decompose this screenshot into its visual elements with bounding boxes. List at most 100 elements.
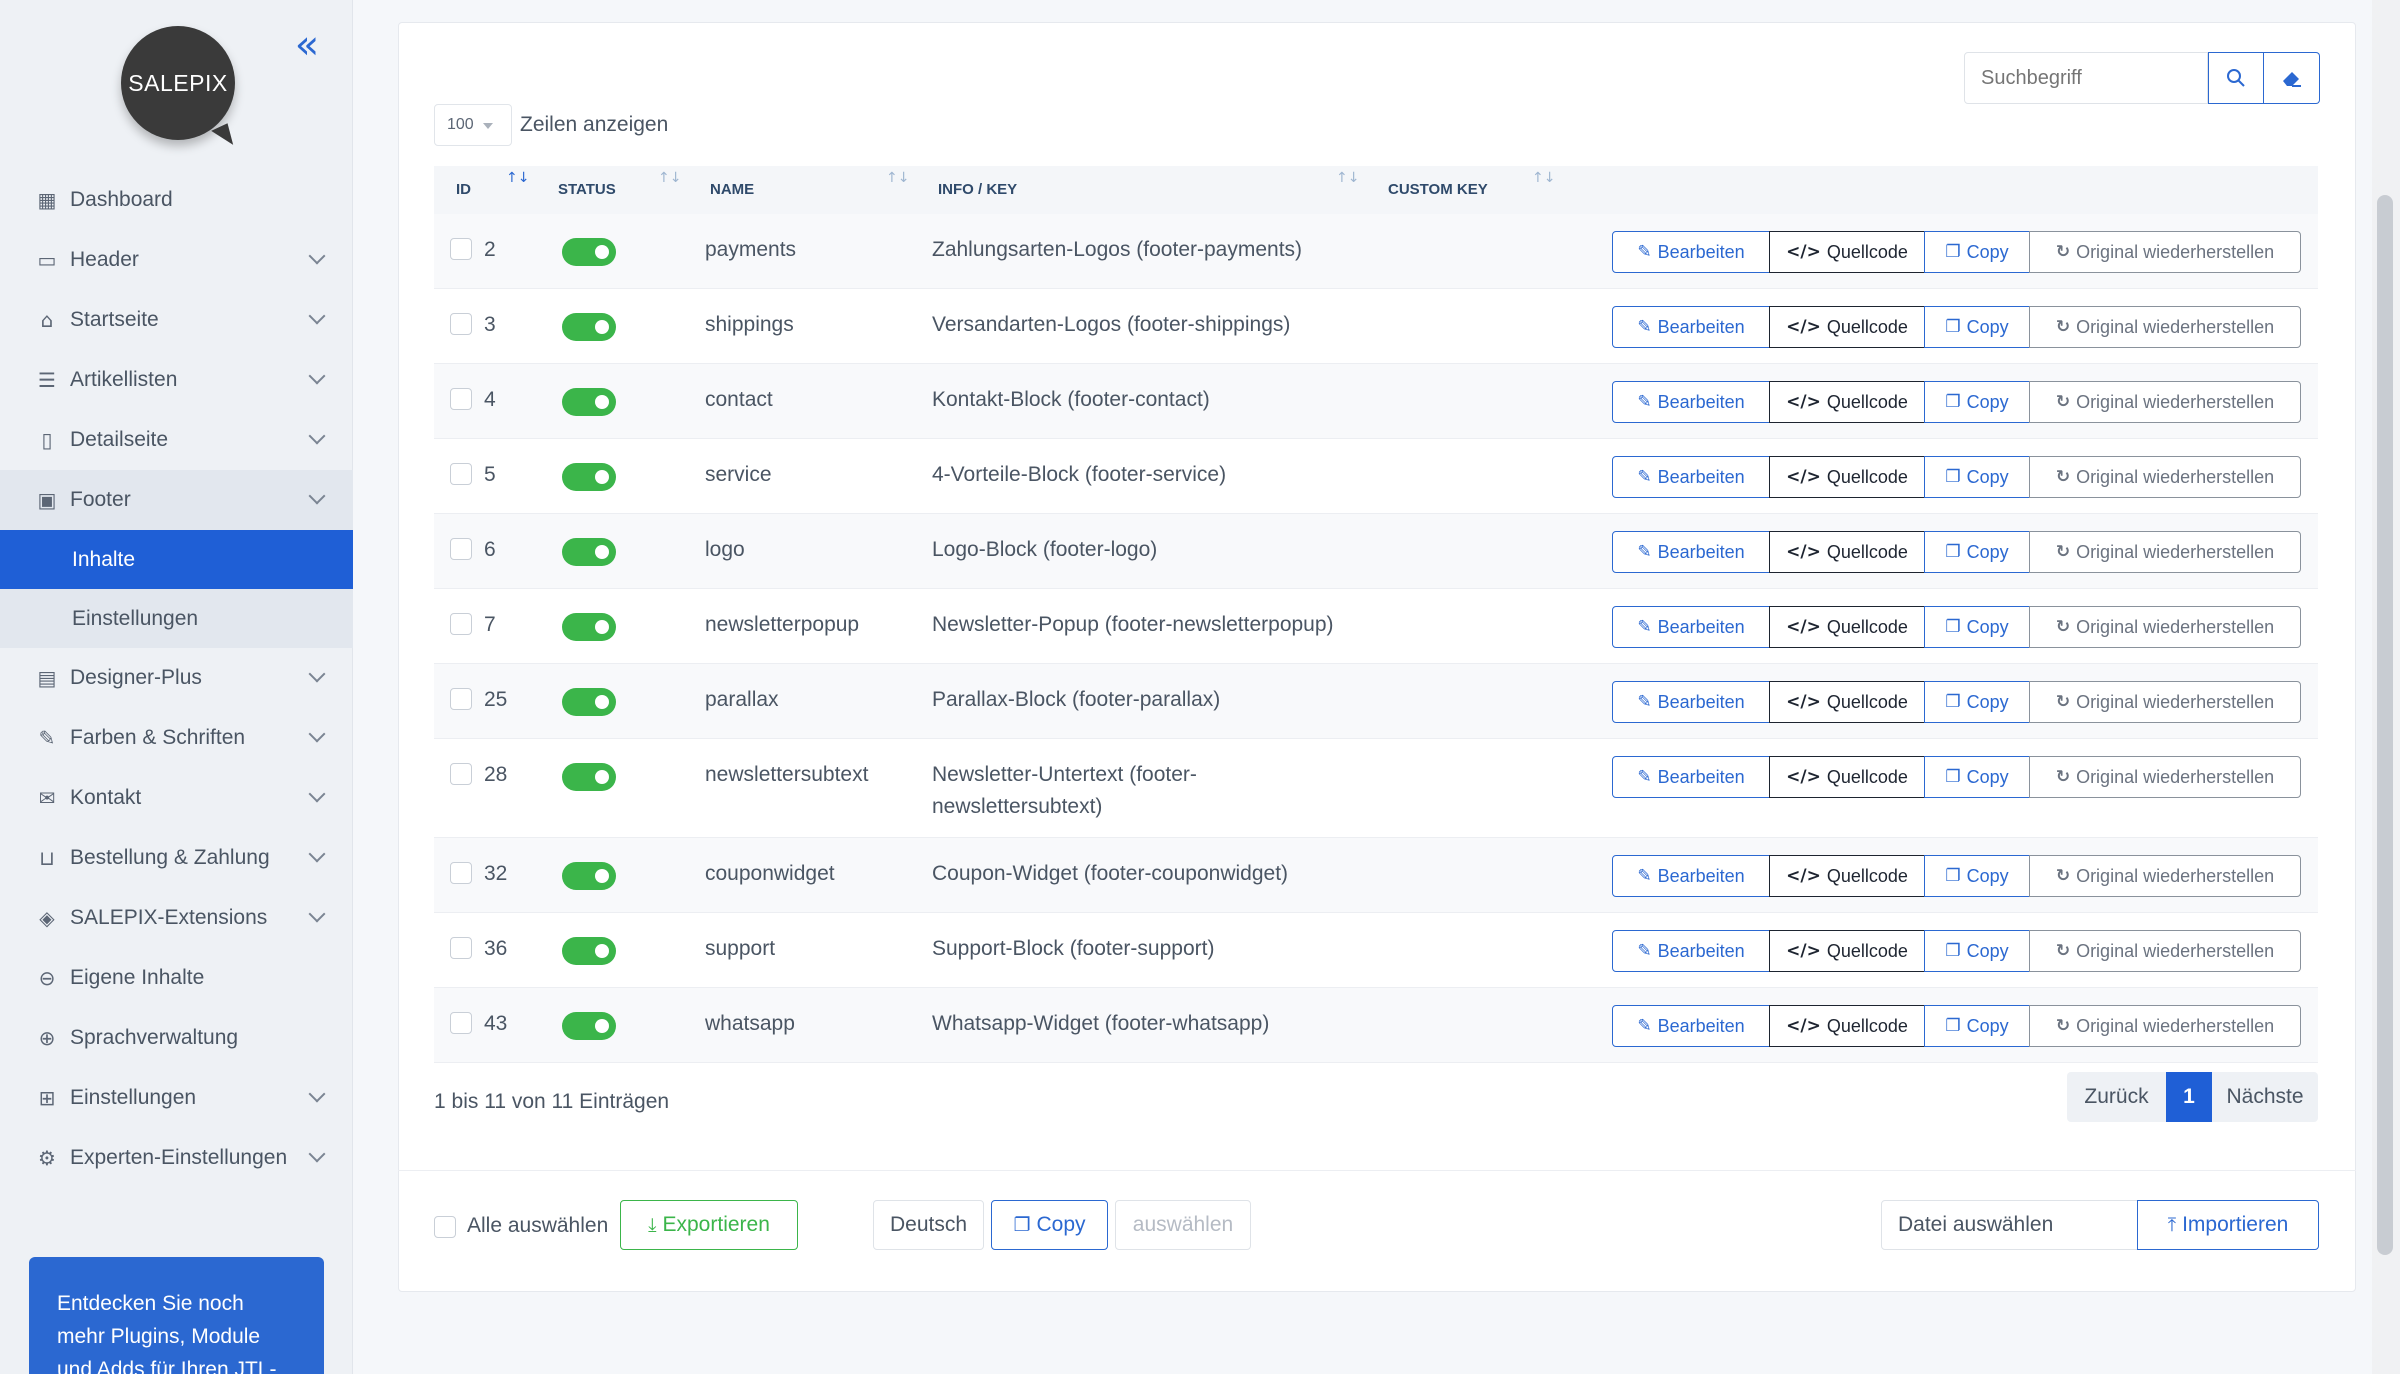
- copy-button[interactable]: ❐ Copy: [1924, 381, 2030, 423]
- copy-button[interactable]: ❐ Copy: [1924, 1005, 2030, 1047]
- edit-button[interactable]: ✎ Bearbeiten: [1612, 606, 1770, 648]
- edit-button[interactable]: ✎ Bearbeiten: [1612, 531, 1770, 573]
- sidebar-item-kontakt[interactable]: ✉ Kontakt: [0, 768, 353, 828]
- page-scrollbar-thumb[interactable]: [2377, 195, 2393, 1255]
- select-all-label[interactable]: Alle auswählen: [467, 1214, 608, 1238]
- double-chevron-left-icon[interactable]: «: [290, 25, 324, 65]
- edit-button[interactable]: ✎ Bearbeiten: [1612, 231, 1770, 273]
- sort-icon[interactable]: ↑↓: [1336, 170, 1359, 186]
- source-code-button[interactable]: </> Quellcode: [1769, 381, 1925, 423]
- sidebar-item-designer-plus[interactable]: ▤ Designer-Plus: [0, 648, 353, 708]
- clear-search-button[interactable]: [2264, 52, 2320, 104]
- copy-button[interactable]: ❐ Copy: [1924, 756, 2030, 798]
- source-code-button[interactable]: </> Quellcode: [1769, 756, 1925, 798]
- copy-button[interactable]: ❐ Copy: [1924, 855, 2030, 897]
- sidebar-item-salepix-extensions[interactable]: ◈ SALEPIX-Extensions: [0, 888, 353, 948]
- source-code-button[interactable]: </> Quellcode: [1769, 306, 1925, 348]
- sidebar-item-farben-schriften[interactable]: ✎ Farben & Schriften: [0, 708, 353, 768]
- edit-button[interactable]: ✎ Bearbeiten: [1612, 855, 1770, 897]
- col-header-id[interactable]: ID: [456, 181, 471, 198]
- col-header-name[interactable]: NAME: [710, 181, 754, 198]
- copy-button[interactable]: ❐ Copy: [1924, 606, 2030, 648]
- status-toggle[interactable]: [562, 862, 616, 890]
- status-toggle[interactable]: [562, 313, 616, 341]
- sidebar-item-detailseite[interactable]: ▯ Detailseite: [0, 410, 353, 470]
- next-page-button[interactable]: Nächste: [2212, 1072, 2318, 1122]
- sort-icon[interactable]: ↑↓: [658, 170, 681, 186]
- sort-icon[interactable]: ↑↓: [1532, 170, 1555, 186]
- promo-banner[interactable]: Entdecken Sie noch mehr Plugins, Module …: [29, 1257, 324, 1374]
- restore-original-button[interactable]: ↻ Original wiederherstellen: [2029, 456, 2301, 498]
- status-toggle[interactable]: [562, 763, 616, 791]
- status-toggle[interactable]: [562, 688, 616, 716]
- status-toggle[interactable]: [562, 538, 616, 566]
- restore-original-button[interactable]: ↻ Original wiederherstellen: [2029, 756, 2301, 798]
- row-checkbox[interactable]: [450, 463, 472, 485]
- sort-icon[interactable]: ↑↓: [886, 170, 909, 186]
- edit-button[interactable]: ✎ Bearbeiten: [1612, 306, 1770, 348]
- restore-original-button[interactable]: ↻ Original wiederherstellen: [2029, 930, 2301, 972]
- search-input[interactable]: [1964, 52, 2208, 104]
- choose-target-select[interactable]: auswählen: [1115, 1200, 1251, 1250]
- sidebar-item-bestellung-zahlung[interactable]: ⊔ Bestellung & Zahlung: [0, 828, 353, 888]
- source-code-button[interactable]: </> Quellcode: [1769, 531, 1925, 573]
- sidebar-item-startseite[interactable]: ⌂ Startseite: [0, 290, 353, 350]
- row-checkbox[interactable]: [450, 313, 472, 335]
- col-header-custom-key[interactable]: CUSTOM KEY: [1388, 181, 1488, 198]
- sidebar-item-eigene-inhalte[interactable]: ⊖ Eigene Inhalte: [0, 948, 353, 1008]
- select-all-checkbox[interactable]: [434, 1216, 456, 1238]
- row-checkbox[interactable]: [450, 688, 472, 710]
- sidebar-item-sprachverwaltung[interactable]: ⊕ Sprachverwaltung: [0, 1008, 353, 1068]
- sidebar-item-experten-einstellungen[interactable]: ⚙ Experten-Einstellungen: [0, 1128, 353, 1188]
- copy-button[interactable]: ❐ Copy: [1924, 306, 2030, 348]
- current-page-button[interactable]: 1: [2166, 1072, 2212, 1122]
- sidebar-item-einstellungen[interactable]: ⊞ Einstellungen: [0, 1068, 353, 1128]
- edit-button[interactable]: ✎ Bearbeiten: [1612, 930, 1770, 972]
- restore-original-button[interactable]: ↻ Original wiederherstellen: [2029, 381, 2301, 423]
- status-toggle[interactable]: [562, 937, 616, 965]
- row-checkbox[interactable]: [450, 937, 472, 959]
- sidebar-item-dashboard[interactable]: ▦ Dashboard: [0, 170, 353, 230]
- restore-original-button[interactable]: ↻ Original wiederherstellen: [2029, 306, 2301, 348]
- language-select[interactable]: Deutsch: [873, 1200, 984, 1250]
- restore-original-button[interactable]: ↻ Original wiederherstellen: [2029, 855, 2301, 897]
- restore-original-button[interactable]: ↻ Original wiederherstellen: [2029, 1005, 2301, 1047]
- edit-button[interactable]: ✎ Bearbeiten: [1612, 381, 1770, 423]
- row-checkbox[interactable]: [450, 862, 472, 884]
- sidebar-item-header[interactable]: ▭ Header: [0, 230, 353, 290]
- sidebar-item-footer[interactable]: ▣ Footer: [0, 470, 353, 530]
- edit-button[interactable]: ✎ Bearbeiten: [1612, 456, 1770, 498]
- rows-per-page-select[interactable]: 100: [434, 104, 512, 146]
- status-toggle[interactable]: [562, 388, 616, 416]
- copy-button[interactable]: ❐ Copy: [1924, 930, 2030, 972]
- status-toggle[interactable]: [562, 1012, 616, 1040]
- row-checkbox[interactable]: [450, 1012, 472, 1034]
- restore-original-button[interactable]: ↻ Original wiederherstellen: [2029, 231, 2301, 273]
- copy-button[interactable]: ❐ Copy: [1924, 231, 2030, 273]
- prev-page-button[interactable]: Zurück: [2067, 1072, 2166, 1122]
- row-checkbox[interactable]: [450, 763, 472, 785]
- sort-asc-icon[interactable]: ↑↓: [506, 170, 529, 186]
- import-button[interactable]: ⤒ Importieren: [2137, 1200, 2319, 1250]
- copy-language-button[interactable]: ❐ Copy: [991, 1200, 1108, 1250]
- source-code-button[interactable]: </> Quellcode: [1769, 1005, 1925, 1047]
- status-toggle[interactable]: [562, 238, 616, 266]
- export-button[interactable]: ⤓ Exportieren: [620, 1200, 798, 1250]
- search-button[interactable]: [2208, 52, 2264, 104]
- file-input[interactable]: Datei auswählen: [1881, 1200, 2138, 1250]
- source-code-button[interactable]: </> Quellcode: [1769, 606, 1925, 648]
- edit-button[interactable]: ✎ Bearbeiten: [1612, 756, 1770, 798]
- edit-button[interactable]: ✎ Bearbeiten: [1612, 681, 1770, 723]
- row-checkbox[interactable]: [450, 538, 472, 560]
- row-checkbox[interactable]: [450, 613, 472, 635]
- status-toggle[interactable]: [562, 613, 616, 641]
- sidebar-subitem-einstellungen[interactable]: Einstellungen: [0, 589, 353, 648]
- source-code-button[interactable]: </> Quellcode: [1769, 231, 1925, 273]
- sidebar-item-artikellisten[interactable]: ☰ Artikellisten: [0, 350, 353, 410]
- source-code-button[interactable]: </> Quellcode: [1769, 930, 1925, 972]
- edit-button[interactable]: ✎ Bearbeiten: [1612, 1005, 1770, 1047]
- source-code-button[interactable]: </> Quellcode: [1769, 855, 1925, 897]
- copy-button[interactable]: ❐ Copy: [1924, 531, 2030, 573]
- sidebar-subitem-inhalte[interactable]: Inhalte: [0, 530, 353, 589]
- copy-button[interactable]: ❐ Copy: [1924, 456, 2030, 498]
